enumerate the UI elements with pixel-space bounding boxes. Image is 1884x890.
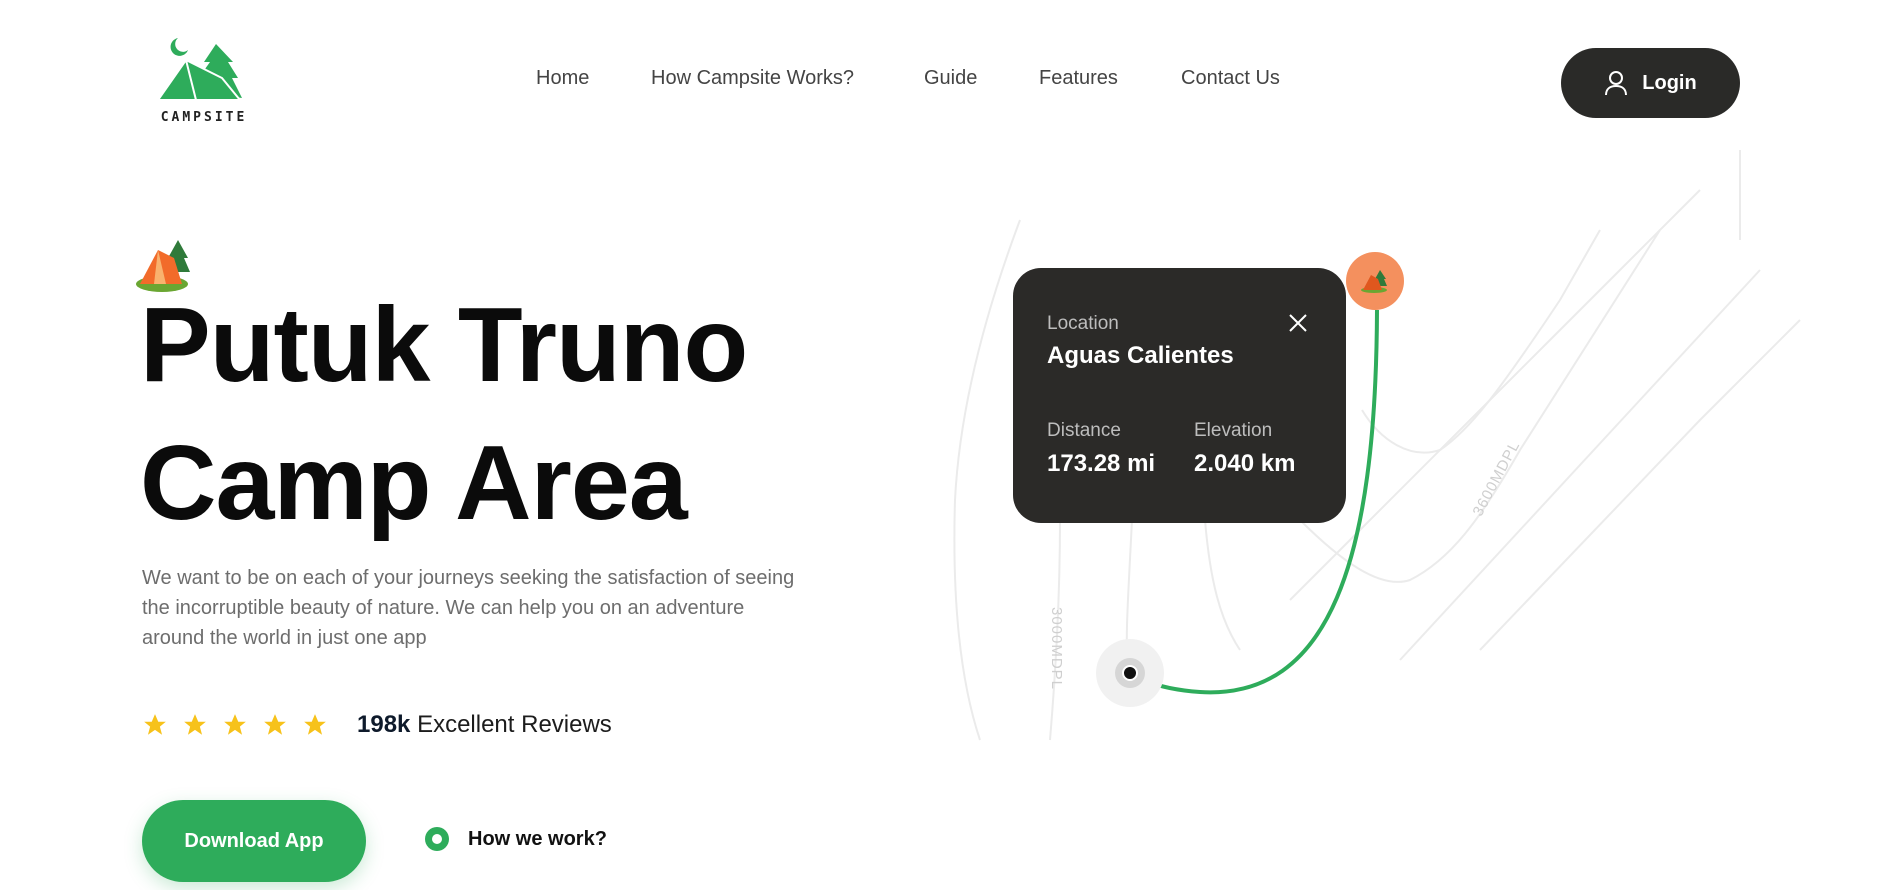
user-icon [1605,71,1628,96]
star-icon [144,714,166,735]
nav-home[interactable]: Home [536,67,589,90]
star-icon [184,714,206,735]
page-title: Putuk Truno Camp Area [140,276,748,552]
star-icon [224,714,246,735]
start-point-marker [1122,665,1138,681]
elevation-label: Elevation [1194,420,1273,441]
nav-contact-us[interactable]: Contact Us [1181,67,1280,90]
rating-stars [142,712,328,738]
title-line-1: Putuk Truno [140,286,748,404]
logo-tent-icon [156,38,243,101]
contour-label-3000: 3000MDPL [1048,606,1066,691]
download-app-button[interactable]: Download App [142,800,366,882]
nav-guide[interactable]: Guide [924,67,977,90]
reviews-count: 198k [357,711,411,738]
play-icon [425,827,449,851]
hero-description: We want to be on each of your journeys s… [142,567,795,649]
how-we-work-label: How we work? [468,827,607,850]
login-button[interactable]: Login [1561,48,1740,118]
login-label: Login [1642,71,1697,94]
campsite-logo[interactable]: CAMPSITE [156,34,256,130]
nav-features[interactable]: Features [1039,67,1118,90]
tent-icon [1361,270,1387,293]
reviews-summary: 198k Excellent Reviews [357,711,612,739]
distance-label: Distance [1047,420,1121,441]
star-icon [264,714,286,735]
location-value: Aguas Calientes [1047,342,1234,369]
campsite-map-pin[interactable] [1346,252,1404,310]
location-label: Location [1047,313,1119,334]
title-line-2: Camp Area [140,424,688,542]
distance-value: 173.28 mi [1047,450,1156,477]
star-icon [304,714,326,735]
reviews-label: Excellent Reviews [417,711,612,738]
nav-how-campsite-works[interactable]: How Campsite Works? [651,67,854,90]
elevation-value: 2.040 km [1194,450,1296,477]
location-info-card: Location Aguas Calientes Distance 173.28… [1013,268,1346,523]
close-icon[interactable] [1287,312,1309,334]
logo-text: CAMPSITE [160,110,248,125]
how-we-work-link[interactable]: How we work? [424,826,607,852]
